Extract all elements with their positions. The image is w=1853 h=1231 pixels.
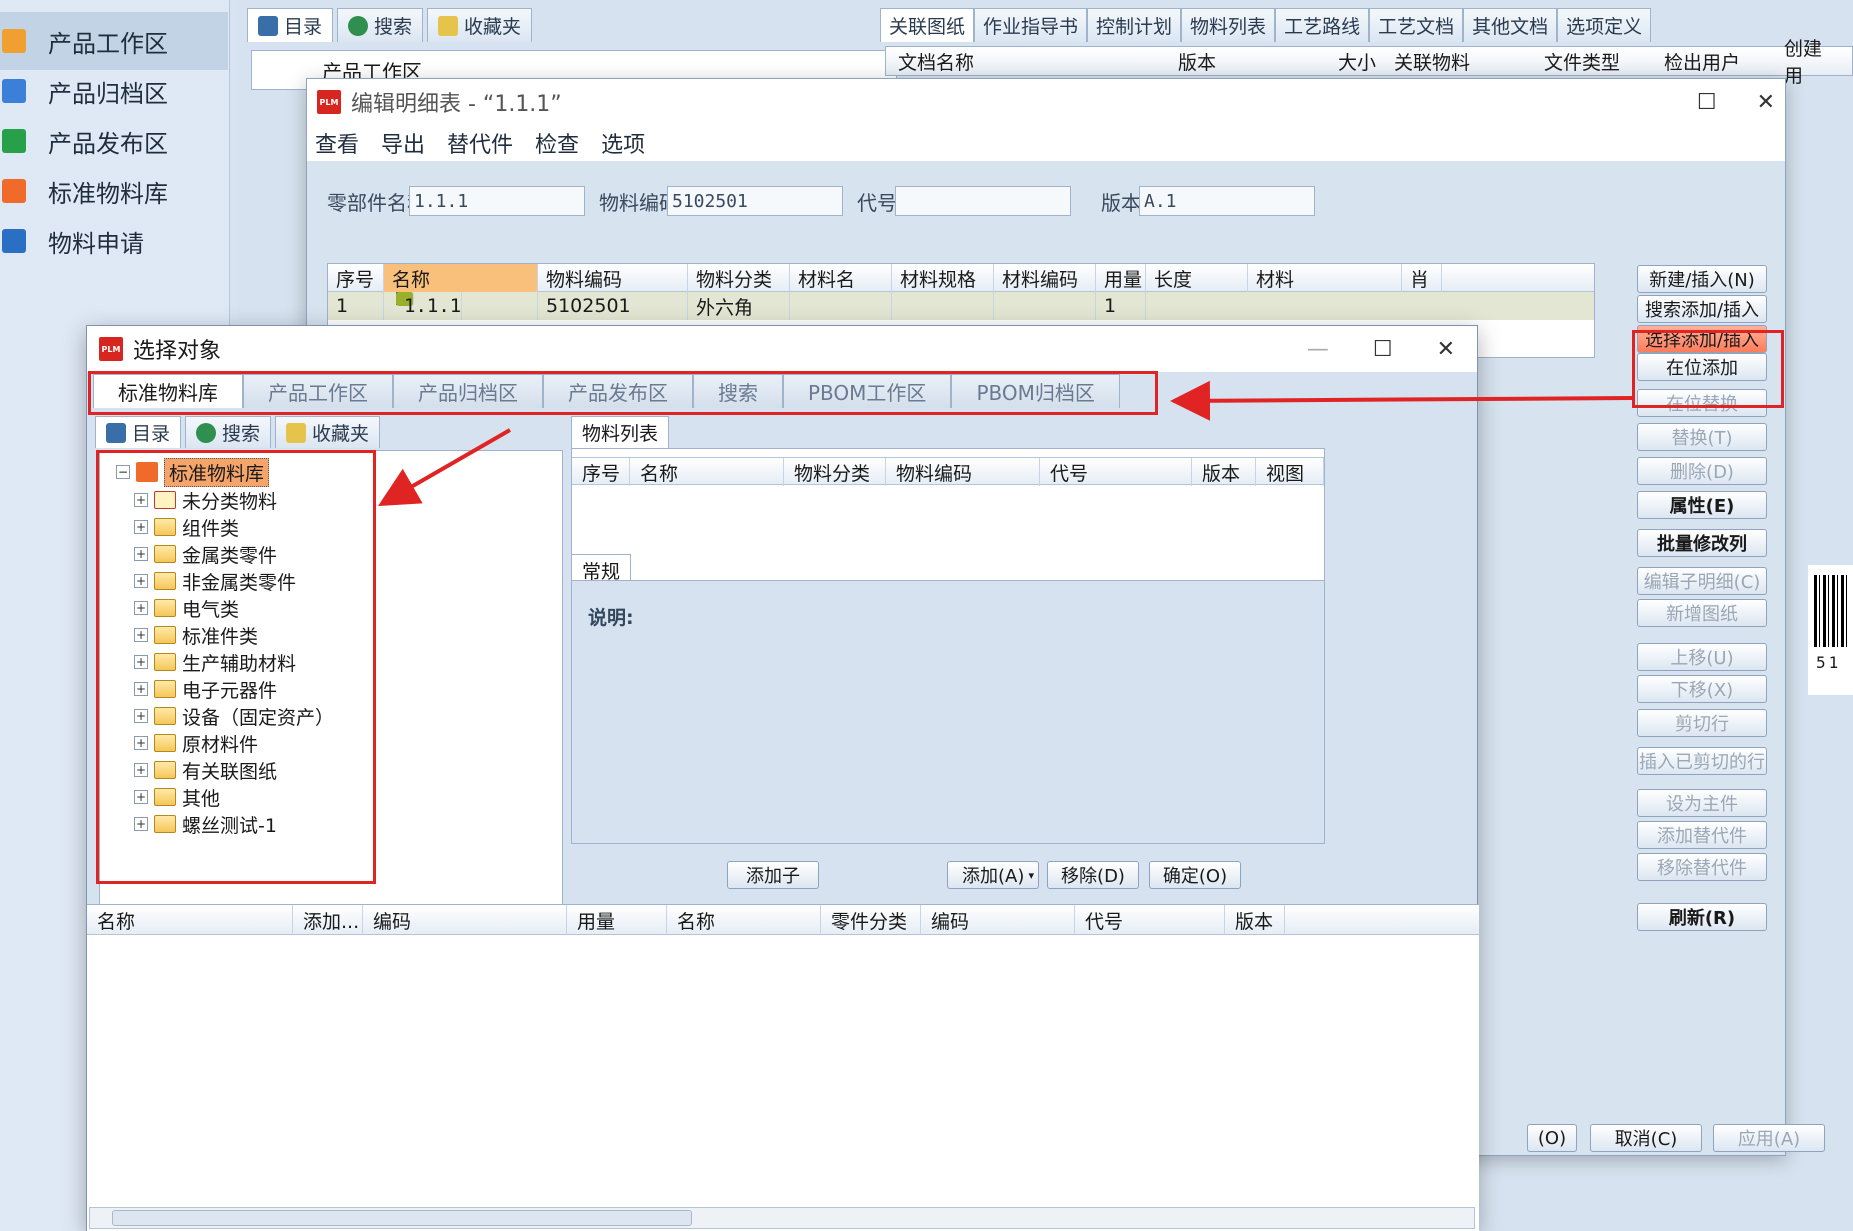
material-list-tab[interactable]: 物料列表	[571, 416, 670, 448]
side-button[interactable]: 编辑子明细(C)	[1637, 567, 1767, 595]
nav-label: 产品工作区	[48, 29, 168, 58]
apply-button[interactable]: 应用(A)	[1713, 1124, 1825, 1152]
menu-check[interactable]: 检查	[535, 127, 579, 159]
general-panel: 说明:	[571, 580, 1325, 844]
side-button[interactable]: 设为主件	[1637, 789, 1767, 817]
menu-export[interactable]: 导出	[381, 127, 425, 159]
side-button[interactable]: 批量修改列	[1637, 529, 1767, 557]
bom-table-header: 序号 名称 物料编码 物料分类 材料名 材料规格 材料编码 用量 长度 材料 肖	[328, 264, 1594, 292]
tab-directory[interactable]: 目录	[247, 8, 334, 42]
plm-logo-icon: PLM	[99, 337, 123, 361]
directory-icon	[258, 15, 278, 36]
edit-window-titlebar: PLM 编辑明细表 - “1.1.1” ☐ ✕	[307, 79, 1785, 125]
tab-favorites[interactable]: 收藏夹	[427, 8, 533, 42]
directory-icon	[106, 422, 126, 443]
library-icon	[2, 179, 26, 203]
tab-related-drawings[interactable]: 关联图纸	[880, 8, 975, 42]
button-highlight-box	[1632, 330, 1784, 408]
side-button[interactable]: 上移(U)	[1637, 643, 1767, 671]
nav-item-material-request[interactable]: 物料申请	[0, 212, 228, 270]
side-button[interactable]: 替换(T)	[1637, 423, 1767, 451]
edit-window-title: 编辑明细表 - “1.1.1”	[351, 92, 562, 117]
tab-other-docs[interactable]: 其他文档	[1463, 8, 1558, 42]
version-label: 版本	[1101, 190, 1141, 215]
favorites-icon	[286, 422, 307, 443]
nav-label: 标准物料库	[48, 179, 168, 208]
nav-label: 产品发布区	[48, 129, 168, 158]
menu-substitute[interactable]: 替代件	[447, 127, 513, 159]
plm-logo-icon: PLM	[317, 90, 341, 114]
menu-view[interactable]: 查看	[315, 127, 359, 159]
archive-icon	[2, 79, 26, 103]
tab-search[interactable]: 搜索	[337, 8, 424, 42]
search-icon	[196, 422, 217, 443]
tab-process-route[interactable]: 工艺路线	[1275, 8, 1370, 42]
tab-search[interactable]: 搜索	[185, 416, 272, 448]
tab-material-list[interactable]: 物料列表	[1181, 8, 1276, 42]
tab-option-definition[interactable]: 选项定义	[1557, 8, 1652, 42]
background-left-tabs: 目录 搜索 收藏夹	[247, 8, 533, 42]
selected-objects-table: 名称 添加... 编码 用量 名称 零件分类 编码 代号 版本	[87, 904, 1479, 1231]
side-button[interactable]: 添加替代件	[1637, 821, 1767, 849]
side-button[interactable]: 插入已剪切的行	[1637, 747, 1767, 775]
select-dialog-title: 选择对象	[133, 339, 222, 364]
side-button[interactable]: 刷新(R)	[1637, 903, 1767, 931]
version-field[interactable]: A.1	[1139, 186, 1315, 216]
favorites-icon	[438, 15, 459, 36]
side-button[interactable]: 新建/插入(N)	[1637, 265, 1767, 293]
side-button[interactable]: 属性(E)	[1637, 491, 1767, 519]
code-field[interactable]	[895, 186, 1071, 216]
select-dialog-titlebar: PLM 选择对象 — ☐ ✕	[87, 326, 1477, 372]
add-child-button[interactable]: 添加子	[727, 861, 819, 889]
maximize-icon[interactable]: ☐	[1697, 90, 1717, 115]
nav-label: 物料申请	[48, 229, 144, 258]
cancel-button[interactable]: 取消(C)	[1590, 1124, 1702, 1152]
material-list-header: 序号 名称 物料分类 物料编码 代号 版本 视图	[572, 457, 1324, 486]
nav-label: 产品归档区	[48, 79, 168, 108]
tab-work-instructions[interactable]: 作业指导书	[974, 8, 1088, 42]
description-label: 说明:	[588, 607, 634, 629]
tabs-highlight-box	[88, 371, 1158, 415]
selected-objects-header: 名称 添加... 编码 用量 名称 零件分类 编码 代号 版本	[87, 905, 1479, 935]
remove-button[interactable]: 移除(D)	[1047, 861, 1139, 889]
side-button[interactable]: 搜索添加/插入	[1637, 295, 1767, 323]
side-button[interactable]: 剪切行	[1637, 709, 1767, 737]
close-icon[interactable]: ✕	[1757, 90, 1775, 115]
material-code-field[interactable]: 5102501	[667, 186, 843, 216]
maximize-icon[interactable]: ☐	[1373, 337, 1393, 362]
request-icon	[2, 229, 26, 253]
tab-control-plan[interactable]: 控制计划	[1087, 8, 1182, 42]
barcode-text: 51	[1816, 653, 1842, 672]
tab-process-docs[interactable]: 工艺文档	[1369, 8, 1464, 42]
selected-objects-scrollbar[interactable]	[89, 1207, 1475, 1229]
side-button[interactable]: 删除(D)	[1637, 457, 1767, 485]
select-sub-tabs: 目录 搜索 收藏夹	[95, 416, 381, 448]
side-button[interactable]: 下移(X)	[1637, 675, 1767, 703]
code-label: 代号	[857, 190, 897, 215]
confirm-button[interactable]: 确定(O)	[1149, 861, 1241, 889]
close-icon[interactable]: ✕	[1437, 337, 1455, 362]
table-row[interactable]: 1 −1.1.1 5102501 外六角 1	[328, 292, 1594, 320]
tab-directory[interactable]: 目录	[95, 416, 182, 448]
edit-fields-row: 零部件名称 1.1.1 物料编码 5102501 代号 版本 A.1	[307, 179, 1785, 223]
publish-icon	[2, 129, 26, 153]
search-icon	[348, 15, 369, 36]
side-button[interactable]: 新增图纸	[1637, 599, 1767, 627]
stack-icon	[2, 29, 26, 53]
scrollbar-thumb[interactable]	[112, 1210, 692, 1226]
document-table-header: 文档名称 版本 大小 关联物料 文件类型 检出用户 创建用	[885, 38, 1853, 87]
tree-highlight-box	[96, 450, 376, 884]
edit-menu-bar: 查看 导出 替代件 检查 选项	[307, 125, 1785, 161]
chevron-down-icon[interactable]: ▾	[1028, 869, 1034, 882]
tab-favorites[interactable]: 收藏夹	[275, 416, 381, 448]
menu-options[interactable]: 选项	[601, 127, 645, 159]
minimize-icon[interactable]: —	[1307, 337, 1329, 362]
part-name-field[interactable]: 1.1.1	[409, 186, 585, 216]
add-button[interactable]: 添加(A) ▾	[947, 861, 1039, 889]
barcode-bars	[1814, 575, 1850, 647]
background-right-tabs: 关联图纸 作业指导书 控制计划 物料列表 工艺路线 工艺文档 其他文档 选项定义	[880, 8, 1652, 42]
barcode: 51	[1808, 565, 1853, 695]
ok-button[interactable]: (O)	[1527, 1124, 1577, 1152]
side-button[interactable]: 移除替代件	[1637, 853, 1767, 881]
